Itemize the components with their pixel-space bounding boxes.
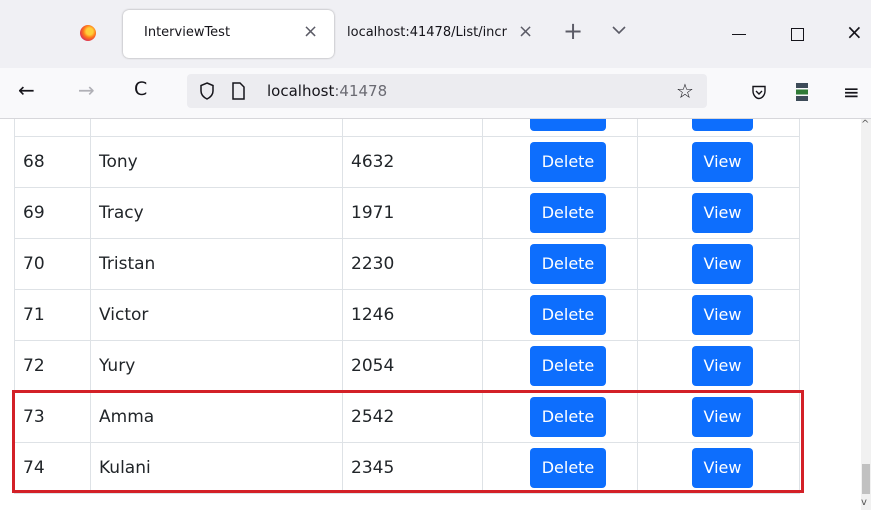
cell-id: 69: [14, 187, 91, 239]
bookmark-star-icon[interactable]: ☆: [676, 79, 694, 103]
cell-id: 70: [14, 238, 91, 290]
tab-close-icon[interactable]: ×: [518, 21, 533, 42]
cell-name: Kulani: [90, 442, 343, 494]
cell-value: 1971: [342, 187, 483, 239]
view-button[interactable]: View: [692, 142, 753, 182]
delete-button[interactable]: Delete: [530, 448, 606, 488]
cell-value: 1246: [342, 289, 483, 341]
tab-title: localhost:41478/List/incr: [347, 25, 507, 40]
tab-title: InterviewTest: [144, 25, 231, 40]
tab-interviewtest[interactable]: InterviewTest ×: [123, 10, 334, 58]
table-row: 74 Kulani 2345 Delete View: [14, 442, 800, 494]
delete-button[interactable]: Delete: [530, 397, 606, 437]
view-button[interactable]: View: [692, 295, 753, 335]
reload-icon[interactable]: C: [134, 78, 147, 100]
cell-id: [14, 119, 91, 137]
data-table: Delete View 68 Tony 4632 Delete View 69 …: [14, 119, 800, 494]
table-row: 72 Yury 2054 Delete View: [14, 340, 800, 392]
forward-icon[interactable]: →: [78, 78, 95, 102]
cell-name: [90, 119, 343, 137]
cell-name: Victor: [90, 289, 343, 341]
table-row: 68 Tony 4632 Delete View: [14, 136, 800, 188]
table-row: 71 Victor 1246 Delete View: [14, 289, 800, 341]
scroll-thumb[interactable]: [862, 464, 870, 494]
cell-name: Amma: [90, 391, 343, 443]
delete-button[interactable]: Delete: [530, 142, 606, 182]
delete-button[interactable]: Delete: [530, 346, 606, 386]
cell-id: 71: [14, 289, 91, 341]
window-close-button[interactable]: ×: [846, 20, 863, 44]
extension-icon[interactable]: [795, 82, 809, 107]
view-button[interactable]: View: [692, 346, 753, 386]
page-icon[interactable]: [231, 82, 245, 105]
cell-id: 68: [14, 136, 91, 188]
cell-value: 2542: [342, 391, 483, 443]
menu-icon[interactable]: ≡: [843, 80, 860, 104]
cell-name: Tracy: [90, 187, 343, 239]
cell-name: Tony: [90, 136, 343, 188]
scroll-up-icon[interactable]: ^: [861, 119, 869, 130]
table-row: 70 Tristan 2230 Delete View: [14, 238, 800, 290]
tab-localhost-list[interactable]: localhost:41478/List/incr ×: [336, 10, 558, 58]
cell-id: 74: [14, 442, 91, 494]
page-content: Delete View 68 Tony 4632 Delete View 69 …: [0, 119, 861, 510]
shield-icon[interactable]: [199, 82, 215, 105]
cell-id: 72: [14, 340, 91, 392]
cell-value: 2054: [342, 340, 483, 392]
cell-id: 73: [14, 391, 91, 443]
delete-button[interactable]: Delete: [530, 193, 606, 233]
firefox-icon[interactable]: [80, 25, 96, 41]
cell-name: Tristan: [90, 238, 343, 290]
cell-value: 4632: [342, 136, 483, 188]
pocket-icon[interactable]: [751, 85, 767, 105]
view-button[interactable]: View: [692, 119, 753, 131]
view-button[interactable]: View: [692, 244, 753, 284]
cell-name: Yury: [90, 340, 343, 392]
tab-close-icon[interactable]: ×: [303, 21, 318, 42]
delete-button[interactable]: Delete: [530, 244, 606, 284]
delete-button[interactable]: Delete: [530, 119, 606, 131]
view-button[interactable]: View: [692, 397, 753, 437]
list-all-tabs-icon[interactable]: [612, 22, 626, 40]
table-row: 73 Amma 2542 Delete View: [14, 391, 800, 443]
url-text[interactable]: localhost:41478: [267, 82, 387, 100]
table-row: Delete View: [14, 119, 800, 137]
new-tab-button[interactable]: +: [563, 17, 583, 45]
url-port: :41478: [334, 82, 388, 100]
vertical-scrollbar[interactable]: ^ v: [861, 119, 871, 510]
delete-button[interactable]: Delete: [530, 295, 606, 335]
url-host: localhost: [267, 82, 335, 100]
table-row: 69 Tracy 1971 Delete View: [14, 187, 800, 239]
maximize-button[interactable]: [791, 28, 804, 41]
view-button[interactable]: View: [692, 193, 753, 233]
view-button[interactable]: View: [692, 448, 753, 488]
url-bar[interactable]: localhost:41478: [187, 74, 707, 108]
cell-value: 2345: [342, 442, 483, 494]
cell-value: [342, 119, 483, 137]
back-icon[interactable]: ←: [18, 78, 35, 102]
navigation-bar: ← → C localhost:41478 ☆ ≡: [0, 68, 871, 119]
minimize-button[interactable]: [732, 34, 746, 35]
tab-strip: InterviewTest × localhost:41478/List/inc…: [0, 0, 871, 68]
cell-value: 2230: [342, 238, 483, 290]
scroll-down-icon[interactable]: v: [861, 497, 867, 508]
